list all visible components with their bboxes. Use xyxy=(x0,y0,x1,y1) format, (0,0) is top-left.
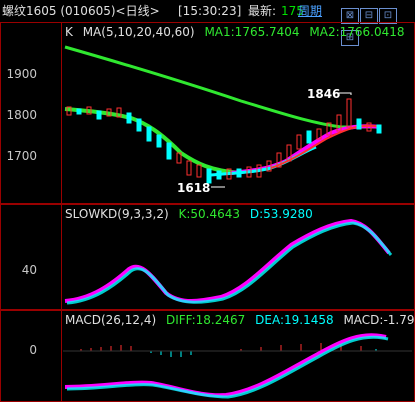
price-panel[interactable]: K MA(5,10,20,40,60) MA1:1765.7404 MA2:17… xyxy=(0,22,415,204)
clock-time: [15:30:23] xyxy=(178,4,242,18)
annotation-low: 1618 xyxy=(177,181,211,195)
title-bar: 螺纹1605 (010605)<日线> [15:30:23] 最新: 175 周… xyxy=(0,0,415,46)
kd-k-line xyxy=(64,218,391,303)
macd-dea-line xyxy=(66,335,389,399)
kd-d-line xyxy=(66,221,393,305)
kd-chart-canvas xyxy=(64,218,393,305)
macd-panel[interactable]: MACD(26,12,4) DIFF:18.2467 DEA:19.1458 M… xyxy=(0,310,415,402)
annotation-high: 1846 xyxy=(307,87,341,101)
ma-short-green-line xyxy=(64,107,242,175)
ma-magenta-line xyxy=(230,124,382,175)
instrument-title: 螺纹1605 (010605)<日线> xyxy=(2,4,160,18)
macd-chart-canvas xyxy=(63,333,412,399)
kd-panel[interactable]: SLOWKD(9,3,3,2) K:50.4643 D:53.9280 40 xyxy=(0,204,415,310)
period-button[interactable]: 周期 xyxy=(298,0,322,22)
latest-label: 最新: xyxy=(248,4,277,18)
price-chart-canvas xyxy=(64,45,382,188)
nav-buttons: ⊠ ⊟ ⊡⊞ xyxy=(341,3,415,46)
